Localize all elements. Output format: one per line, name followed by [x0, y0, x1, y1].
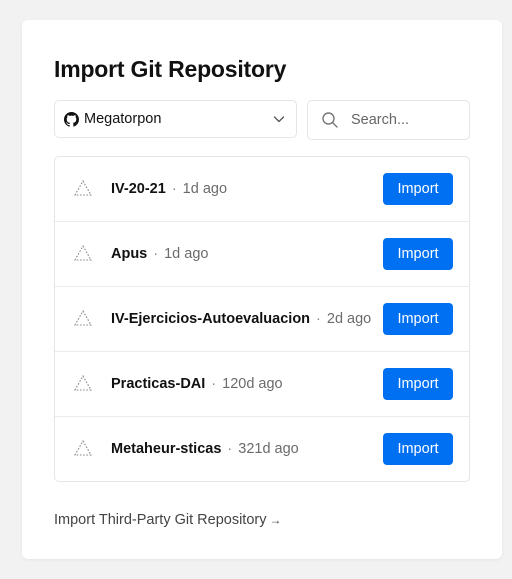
import-third-party-link[interactable]: Import Third-Party Git Repository → — [54, 512, 281, 528]
repository-name: Practicas-DAI — [111, 376, 206, 392]
repository-row: Metaheur-sticas · 321d ago Import — [55, 417, 469, 482]
repository-name: Metaheur-sticas — [111, 441, 222, 457]
search-input[interactable] — [351, 112, 451, 128]
framework-icon — [73, 179, 93, 197]
repository-name-line: Apus · 1d ago — [111, 246, 208, 262]
repository-updated: 120d ago — [222, 376, 283, 392]
separator: · — [153, 246, 159, 262]
separator: · — [316, 311, 321, 327]
import-button[interactable]: Import — [383, 303, 453, 335]
repository-updated: 2d ago — [326, 311, 372, 327]
separator: · — [227, 441, 233, 457]
repository-name-line: Practicas-DAI · 120d ago — [111, 376, 283, 392]
import-button[interactable]: Import — [383, 173, 453, 205]
repository-updated: 1d ago — [164, 246, 209, 262]
chevron-down-icon — [272, 112, 286, 126]
repository-row: Apus · 1d ago Import — [55, 222, 469, 287]
framework-icon — [73, 439, 93, 457]
github-icon — [64, 111, 79, 127]
account-scope-select[interactable]: Megatorpon — [54, 100, 297, 138]
separator: · — [171, 181, 177, 197]
framework-icon — [73, 374, 93, 392]
separator: · — [211, 376, 217, 392]
import-third-party-label: Import Third-Party Git Repository — [54, 512, 267, 528]
repository-search — [307, 100, 470, 140]
import-repository-card: Import Git Repository Megatorpon IV-20-2… — [22, 20, 502, 559]
repository-row: Practicas-DAI · 120d ago Import — [55, 352, 469, 417]
repository-name-line: IV-20-21 · 1d ago — [111, 181, 227, 197]
repository-updated: 321d ago — [238, 441, 299, 457]
repository-row: IV-Ejercicios-Autoevaluacion · 2d ago Impo… — [55, 287, 469, 352]
repository-list: IV-20-21 · 1d ago Import Apus · 1d ago Impor… — [54, 156, 470, 482]
framework-icon — [73, 309, 93, 327]
account-scope-label: Megatorpon — [84, 111, 162, 127]
repository-name: IV-20-21 — [111, 181, 166, 197]
repository-updated: 1d ago — [182, 181, 228, 197]
repository-name-line: Metaheur-sticas · 321d ago — [111, 441, 299, 457]
import-button[interactable]: Import — [383, 368, 453, 400]
arrow-right-icon: → — [269, 513, 282, 527]
repository-row: IV-20-21 · 1d ago Import — [55, 157, 469, 222]
repository-name: IV-Ejercicios-Autoevaluacion — [111, 311, 311, 327]
repository-name: Apus — [111, 246, 148, 262]
page-title: Import Git Repository — [54, 56, 287, 82]
framework-icon — [73, 244, 93, 262]
import-button[interactable]: Import — [383, 238, 453, 270]
repository-name-line: IV-Ejercicios-Autoevaluacion · 2d ago — [111, 311, 371, 327]
search-icon — [321, 111, 339, 129]
import-button[interactable]: Import — [383, 433, 453, 465]
